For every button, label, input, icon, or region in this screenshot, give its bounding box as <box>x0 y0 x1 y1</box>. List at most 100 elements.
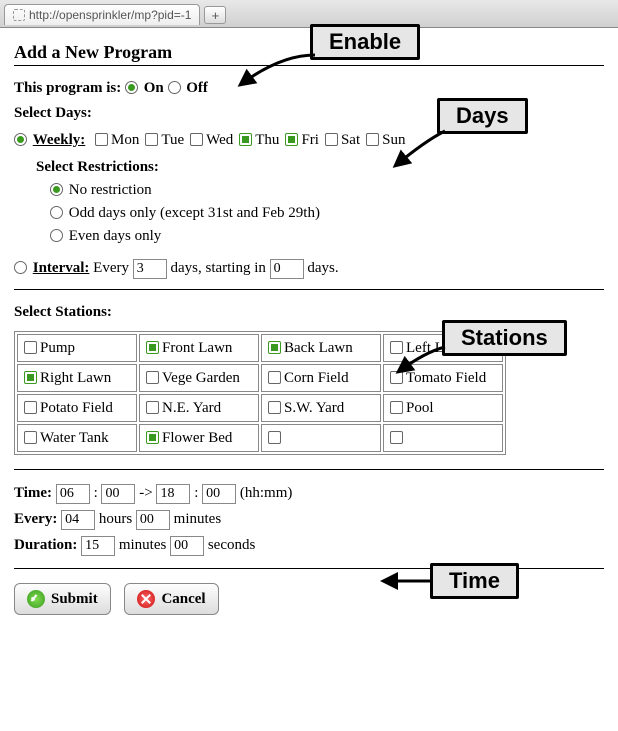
duration-min-input[interactable] <box>81 536 115 556</box>
weekday-label: Wed <box>206 132 233 148</box>
arrow-icon <box>378 571 433 591</box>
restriction-none-label: No restriction <box>69 182 152 198</box>
browser-tab-bar: http://opensprinkler/mp?pid=-1 + <box>0 0 618 28</box>
interval-label: Interval: <box>33 260 90 276</box>
cancel-icon <box>137 590 155 608</box>
radio-off[interactable] <box>168 81 181 94</box>
minutes-label: minutes <box>119 537 167 553</box>
weekday-label: Sat <box>341 132 360 148</box>
weekday-checkbox-tue[interactable] <box>145 133 158 146</box>
station-cell: N.E. Yard <box>139 394 259 422</box>
station-checkbox[interactable] <box>24 431 37 444</box>
hhmm-label: (hh:mm) <box>240 485 293 501</box>
every-hours-input[interactable] <box>61 510 95 530</box>
hours-label: hours <box>99 511 132 527</box>
station-label: Pump <box>40 340 75 356</box>
station-checkbox[interactable] <box>390 431 403 444</box>
end-min-input[interactable] <box>202 484 236 504</box>
arrow-icon <box>390 342 460 382</box>
duration-sec-input[interactable] <box>170 536 204 556</box>
weekly-label: Weekly: <box>33 132 86 148</box>
start-min-input[interactable] <box>101 484 135 504</box>
radio-on[interactable] <box>125 81 138 94</box>
submit-button[interactable]: Submit <box>14 583 111 615</box>
weekday-label: Mon <box>111 132 139 148</box>
station-cell: Potato Field <box>17 394 137 422</box>
weekday-label: Fri <box>301 132 319 148</box>
table-row: Potato FieldN.E. YardS.W. YardPool <box>17 394 503 422</box>
station-checkbox[interactable] <box>390 401 403 414</box>
station-label: N.E. Yard <box>162 400 221 416</box>
every-label: Every: <box>14 511 57 527</box>
weekly-row: Weekly: MonTueWedThuFriSatSun <box>14 132 604 149</box>
time-row: Time: : -> : (hh:mm) <box>14 484 604 504</box>
select-stations-label: Select Stations: <box>14 304 604 321</box>
radio-weekly[interactable] <box>14 133 27 146</box>
arrow-icon <box>220 50 320 100</box>
new-tab-button[interactable]: + <box>204 6 226 24</box>
station-checkbox[interactable] <box>268 401 281 414</box>
station-cell: Pool <box>383 394 503 422</box>
radio-restriction-even[interactable] <box>50 229 63 242</box>
weekday-checkbox-wed[interactable] <box>190 133 203 146</box>
station-label: Right Lawn <box>40 370 111 386</box>
weekday-checkbox-sun[interactable] <box>366 133 379 146</box>
interval-row: Interval: Every days, starting in days. <box>14 259 604 279</box>
ok-icon <box>27 590 45 608</box>
station-label: Flower Bed <box>162 430 232 446</box>
on-label: On <box>144 80 164 96</box>
weekday-checkbox-sat[interactable] <box>325 133 338 146</box>
interval-start-input[interactable] <box>270 259 304 279</box>
interval-pre: Every <box>93 260 129 276</box>
weekday-checkbox-thu[interactable] <box>239 133 252 146</box>
divider <box>14 289 604 290</box>
station-checkbox[interactable] <box>146 341 159 354</box>
weekday-checkbox-fri[interactable] <box>285 133 298 146</box>
duration-row: Duration: minutes seconds <box>14 536 604 556</box>
cancel-label: Cancel <box>161 591 205 608</box>
station-checkbox[interactable] <box>24 371 37 384</box>
seconds-label: seconds <box>208 537 256 553</box>
browser-tab[interactable]: http://opensprinkler/mp?pid=-1 <box>4 4 200 25</box>
time-label: Time: <box>14 485 52 501</box>
station-cell: Right Lawn <box>17 364 137 392</box>
restriction-even-label: Even days only <box>69 228 161 244</box>
station-checkbox[interactable] <box>268 431 281 444</box>
station-cell: Back Lawn <box>261 334 381 362</box>
station-checkbox[interactable] <box>146 371 159 384</box>
station-checkbox[interactable] <box>146 431 159 444</box>
submit-label: Submit <box>51 591 98 608</box>
radio-interval[interactable] <box>14 261 27 274</box>
minutes-label: minutes <box>174 511 222 527</box>
every-row: Every: hours minutes <box>14 510 604 530</box>
start-hour-input[interactable] <box>56 484 90 504</box>
station-checkbox[interactable] <box>146 401 159 414</box>
callout-stations: Stations <box>442 320 567 356</box>
station-checkbox[interactable] <box>24 401 37 414</box>
end-hour-input[interactable] <box>156 484 190 504</box>
station-cell: Vege Garden <box>139 364 259 392</box>
arrow-icon <box>385 126 455 176</box>
station-label: Corn Field <box>284 370 349 386</box>
cancel-button[interactable]: Cancel <box>124 583 218 615</box>
every-minutes-input[interactable] <box>136 510 170 530</box>
radio-restriction-odd[interactable] <box>50 206 63 219</box>
enable-label: This program is: <box>14 80 121 96</box>
off-label: Off <box>186 80 208 96</box>
station-label: Front Lawn <box>162 340 232 356</box>
station-checkbox[interactable] <box>268 371 281 384</box>
divider <box>14 469 604 470</box>
weekday-checkbox-mon[interactable] <box>95 133 108 146</box>
station-cell <box>383 424 503 452</box>
station-checkbox[interactable] <box>268 341 281 354</box>
weekday-label: Thu <box>255 132 279 148</box>
interval-mid: days, starting in <box>170 260 265 276</box>
interval-every-input[interactable] <box>133 259 167 279</box>
restrictions-label: Select Restrictions: <box>36 159 159 175</box>
station-label: Back Lawn <box>284 340 353 356</box>
radio-restriction-none[interactable] <box>50 183 63 196</box>
station-checkbox[interactable] <box>24 341 37 354</box>
station-cell: Front Lawn <box>139 334 259 362</box>
table-row: Water TankFlower Bed <box>17 424 503 452</box>
callout-enable: Enable <box>310 24 420 60</box>
